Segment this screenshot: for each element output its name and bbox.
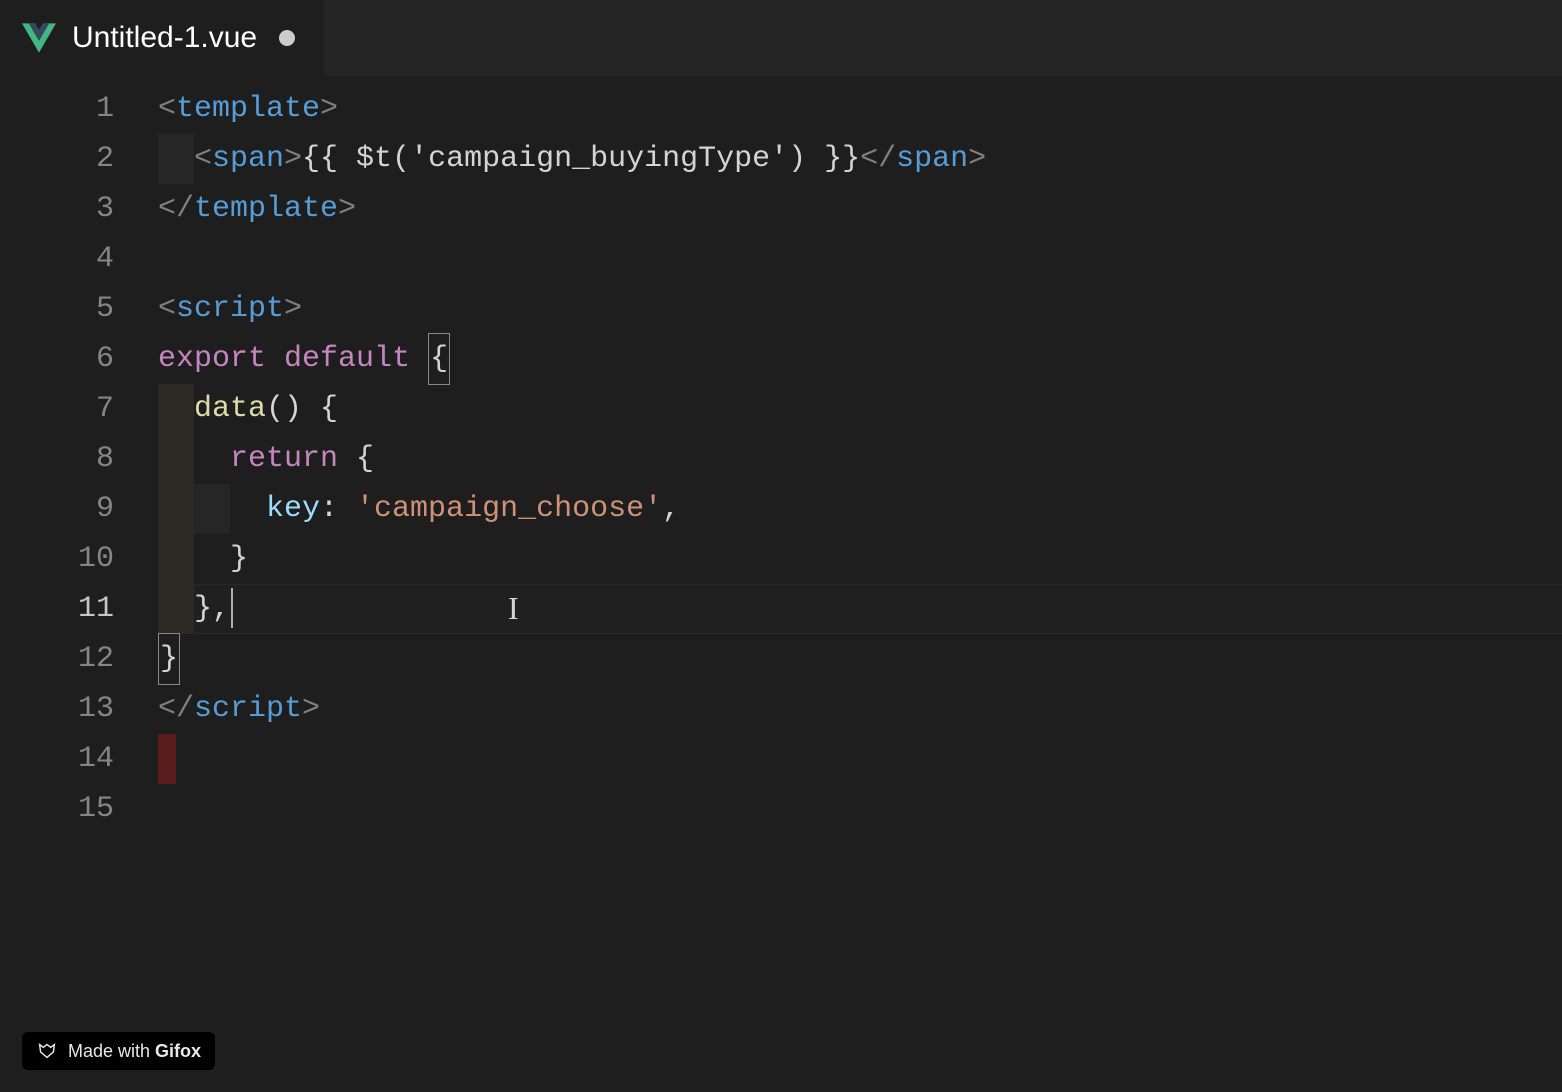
line-number: 14 (0, 734, 158, 784)
line-number: 3 (0, 184, 158, 234)
code-line[interactable]: </template> (158, 184, 1562, 234)
line-number: 11 (0, 584, 158, 634)
line-number: 15 (0, 784, 158, 834)
dirty-indicator-icon[interactable] (279, 30, 295, 46)
vue-icon (22, 21, 56, 55)
code-line[interactable]: <template> (158, 84, 1562, 134)
code-line[interactable]: key: 'campaign_choose', (158, 484, 1562, 534)
text-caret (231, 588, 233, 628)
code-line[interactable]: } (158, 534, 1562, 584)
trailing-whitespace-marker (158, 734, 176, 784)
code-line[interactable]: }, (158, 584, 1562, 634)
code-line[interactable]: <span>{{ $t('campaign_buyingType') }}</s… (158, 134, 1562, 184)
watermark-text: Made with Gifox (68, 1041, 201, 1062)
line-number: 7 (0, 384, 158, 434)
code-line[interactable] (158, 784, 1562, 834)
code-line[interactable]: data() { (158, 384, 1562, 434)
line-number-gutter: 1 2 3 4 5 6 7 8 9 10 11 12 13 14 15 (0, 76, 158, 1092)
gifox-watermark: Made with Gifox (22, 1032, 215, 1070)
line-number: 13 (0, 684, 158, 734)
code-line[interactable]: } (158, 634, 1562, 684)
fox-icon (36, 1040, 58, 1062)
line-number: 2 (0, 134, 158, 184)
line-number: 12 (0, 634, 158, 684)
code-line[interactable]: return { (158, 434, 1562, 484)
line-number: 8 (0, 434, 158, 484)
line-number: 6 (0, 334, 158, 384)
code-area[interactable]: <template> <span>{{ $t('campaign_buyingT… (158, 76, 1562, 1092)
line-number: 5 (0, 284, 158, 334)
code-line[interactable]: <script> (158, 284, 1562, 334)
editor[interactable]: 1 2 3 4 5 6 7 8 9 10 11 12 13 14 15 <tem… (0, 76, 1562, 1092)
line-number: 10 (0, 534, 158, 584)
line-number: 9 (0, 484, 158, 534)
line-number: 4 (0, 234, 158, 284)
line-number: 1 (0, 84, 158, 134)
tab-active[interactable]: Untitled-1.vue (0, 0, 324, 76)
code-line[interactable]: </script> (158, 684, 1562, 734)
code-line[interactable] (158, 734, 1562, 784)
tab-title: Untitled-1.vue (72, 21, 257, 55)
code-line[interactable]: export default { (158, 334, 1562, 384)
code-line[interactable] (158, 234, 1562, 284)
tab-bar: Untitled-1.vue (0, 0, 1562, 76)
